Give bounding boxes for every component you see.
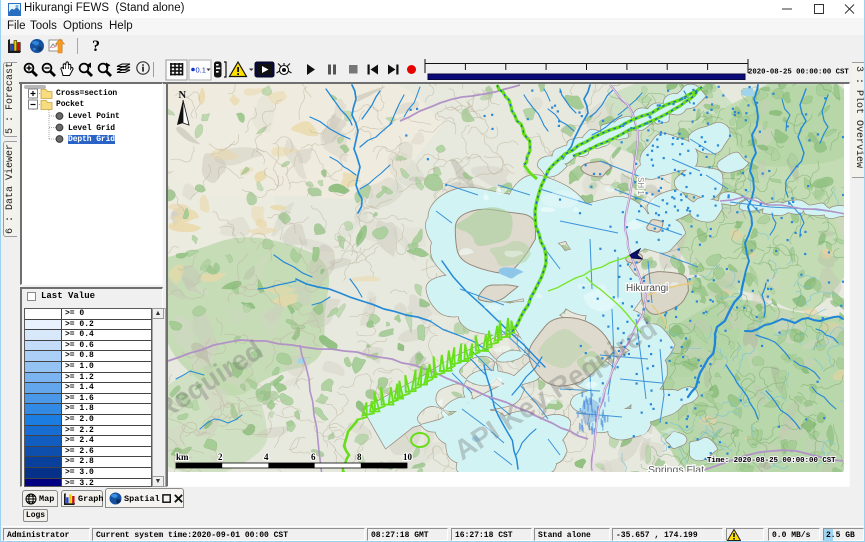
svg-text:4: 4 bbox=[264, 452, 269, 462]
svg-text:N: N bbox=[179, 90, 187, 101]
svg-text:Hikurangi: Hikurangi bbox=[626, 283, 668, 294]
svg-text:Time: 2020-08-25 00:00:00 CST: Time: 2020-08-25 00:00:00 CST bbox=[707, 457, 836, 465]
svg-text:2020-08-25 00:00:00 CST: 2020-08-25 00:00:00 CST bbox=[748, 69, 849, 77]
svg-text:km: km bbox=[176, 452, 189, 462]
svg-text:0.1: 0.1 bbox=[196, 66, 206, 75]
svg-text:Springs Flat: Springs Flat bbox=[648, 464, 704, 472]
svg-text:SH 1: SH 1 bbox=[636, 177, 645, 195]
svg-text:8: 8 bbox=[357, 452, 362, 462]
svg-text:10: 10 bbox=[403, 452, 413, 462]
svg-text:6: 6 bbox=[311, 452, 316, 462]
svg-text:2: 2 bbox=[218, 452, 223, 462]
svg-text:?: ? bbox=[92, 38, 100, 55]
